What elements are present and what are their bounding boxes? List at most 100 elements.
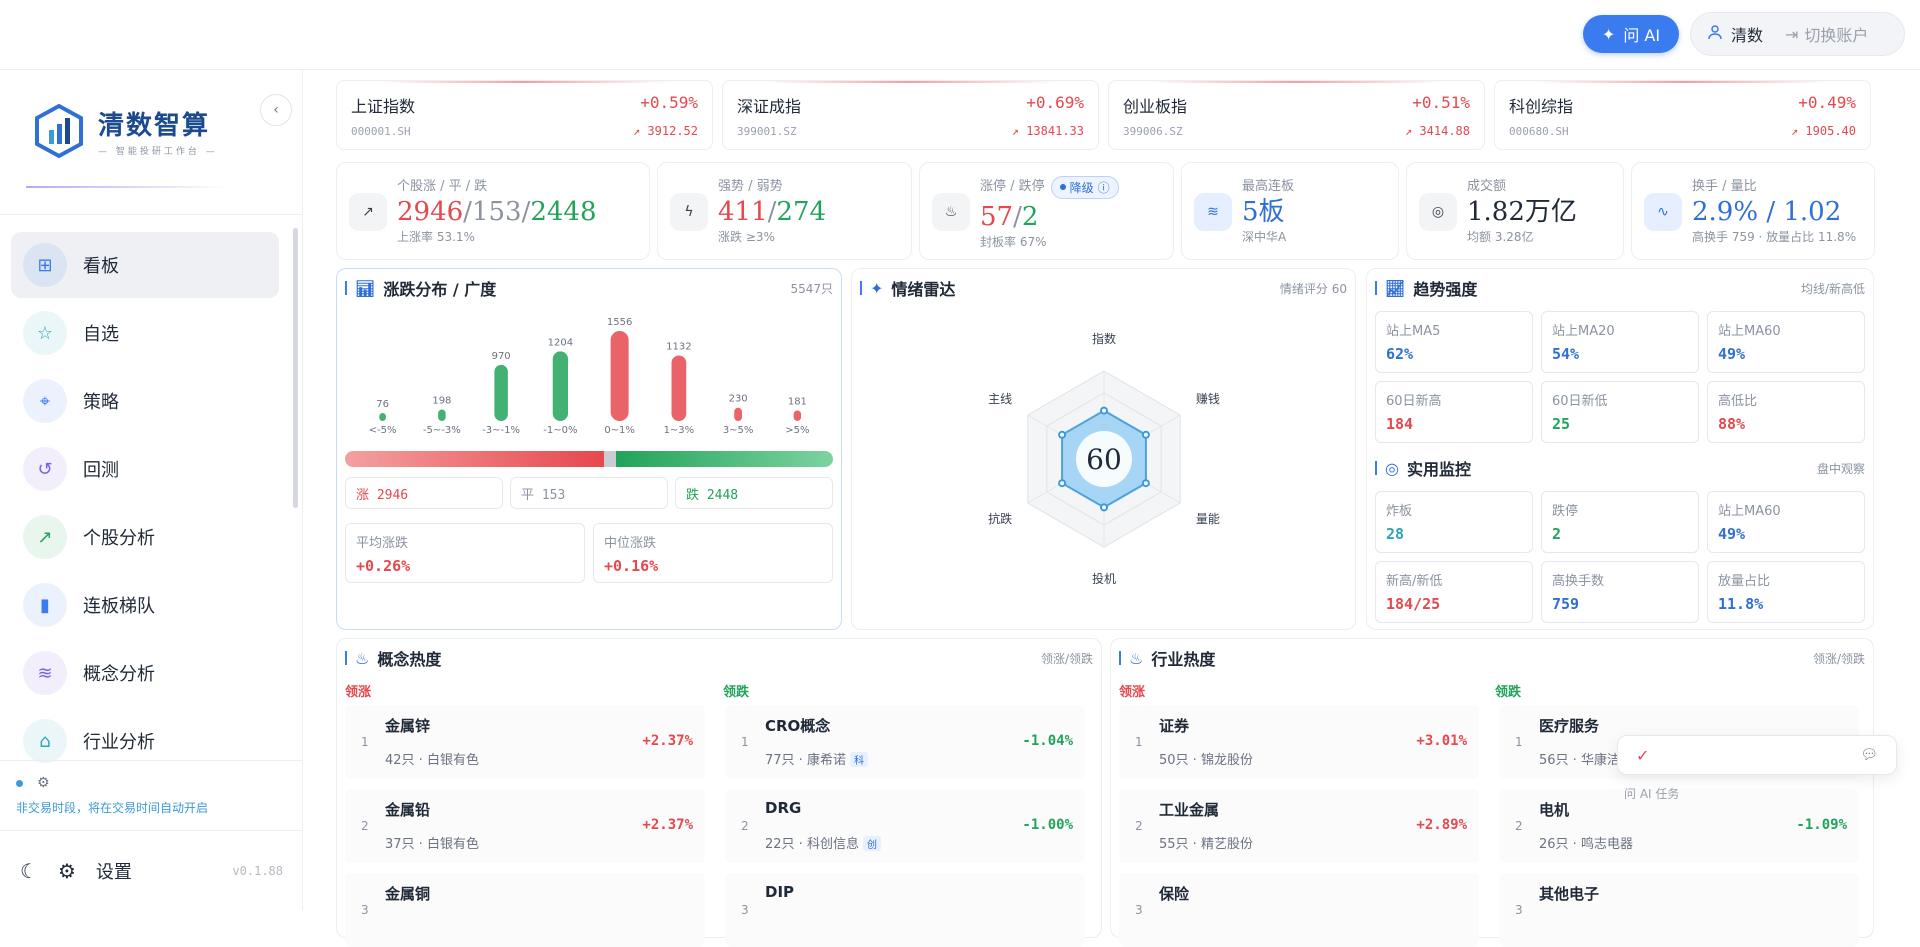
bar-group: 76 <-5% <box>369 399 397 436</box>
logout-icon: ⇥ <box>1785 24 1799 44</box>
stock-count: 26只 <box>1539 837 1569 852</box>
stat-streak[interactable]: ≋ 最高连板 5板 深中华A <box>1181 162 1399 260</box>
panel-title: 情绪雷达 <box>891 280 956 299</box>
hot-item[interactable]: 3 保险 <box>1119 873 1479 947</box>
breadth-bar-down <box>616 451 833 467</box>
chevron-left-icon: ‹ <box>273 102 279 118</box>
trend-cell[interactable]: 60日新高 184 <box>1375 381 1533 443</box>
hot-name: DRG <box>765 799 802 817</box>
monitor-cell[interactable]: 新高/新低 184/25 <box>1375 561 1533 623</box>
sidebar-item-3[interactable]: ↺ 回测 <box>11 436 279 502</box>
hot-item[interactable]: 3 金属铜 <box>345 873 705 947</box>
settings-label[interactable]: 设置 <box>96 858 132 884</box>
stat-sub: 上涨率 53.1% <box>397 230 475 244</box>
index-card[interactable]: 上证指数 +0.59% 000001.SH ↗ 3912.52 <box>336 80 713 150</box>
bar <box>610 331 629 421</box>
stat-limit[interactable]: ♨ 涨停 / 跌停 降级 ⓘ 57/2 封板率 67% <box>919 162 1174 260</box>
stat-ratio[interactable]: ∿ 换手 / 量比 2.9% / 1.02 高换手 759 · 放量占比 11.… <box>1631 162 1875 260</box>
hot-item[interactable]: 1 金属锌 42只 · 白银有色 +2.37% <box>345 705 705 779</box>
collapse-sidebar-button[interactable]: ‹ <box>260 94 292 126</box>
gear-icon[interactable]: ⚙ <box>37 775 50 791</box>
monitor-cell[interactable]: 放量占比 11.8% <box>1707 561 1865 623</box>
hot-item[interactable]: 1 证券 50只 · 锦龙股份 +3.01% <box>1119 705 1479 779</box>
sidebar-item-0[interactable]: ⊞ 看板 <box>11 232 279 298</box>
grid-icon: ⊞ <box>23 243 67 287</box>
dark-mode-icon[interactable]: ☾ <box>20 859 38 883</box>
ai-task-popup[interactable]: ✓ 💬︎ <box>1617 735 1897 775</box>
stat-sub: 均额 3.28亿 <box>1467 230 1534 244</box>
index-value-wrap: ↗ 3414.88 <box>1405 124 1470 138</box>
industry-panel: ♨ 行业热度 领涨/领跌 领涨 领跌 1 证券 50只 · 锦龙股份 +3.01% 2 工… <box>1110 638 1874 947</box>
index-value: 13841.33 <box>1026 124 1084 138</box>
status-dot <box>16 779 23 787</box>
hot-name: CRO概念 <box>765 717 831 735</box>
leading-stock: 白银有色 <box>426 753 479 768</box>
hot-pct: +2.89% <box>1416 817 1467 833</box>
bar-category-label: -3~-1% <box>482 425 520 436</box>
hot-item[interactable]: 3 其他电子 <box>1499 873 1859 947</box>
index-card[interactable]: 科创综指 +0.49% 000680.SH ↗ 1905.40 <box>1494 80 1871 150</box>
stat-cards: ↗ 个股涨 / 平 / 跌 2946/153/2448 上涨率 53.1% ϟ … <box>336 162 1875 260</box>
index-value-wrap: ↗ 3912.52 <box>633 124 698 138</box>
ask-ai-button[interactable]: ✦ 问 AI <box>1583 15 1679 53</box>
monitor-cell[interactable]: 站上MA60 49% <box>1707 491 1865 553</box>
degrade-badge[interactable]: 降级 ⓘ <box>1050 175 1119 199</box>
coins-icon: ◎ <box>1419 193 1457 231</box>
cell-value: 11.8% <box>1718 595 1764 613</box>
rank: 3 <box>361 903 369 917</box>
user-menu[interactable]: 清数 ⇥ 切换账户 <box>1690 12 1905 56</box>
monitor-cell[interactable]: 高换手数 759 <box>1541 561 1699 623</box>
hot-sub: 77只 · 康希诺科 <box>765 749 868 768</box>
stock-count: 42只 <box>385 753 415 768</box>
stat-label: 成交额 <box>1467 179 1507 194</box>
stat-strength[interactable]: ϟ 强势 / 弱势 411/274 涨跌 ≥3% <box>657 162 912 260</box>
switch-account-button[interactable]: ⇥ 切换账户 <box>1785 22 1868 46</box>
monitor-cell[interactable]: 跌停 2 <box>1541 491 1699 553</box>
cell-value: 28 <box>1386 525 1405 543</box>
trend-cell[interactable]: 站上MA60 49% <box>1707 311 1865 373</box>
hot-pct: +2.37% <box>642 817 693 833</box>
sidebar-item-5[interactable]: ▮ 连板梯队 <box>11 572 279 638</box>
settings-icon[interactable]: ⚙ <box>58 859 76 883</box>
panel-title: 趋势强度 <box>1413 280 1478 299</box>
weak-count: 274 <box>776 197 827 227</box>
trend-cell[interactable]: 站上MA5 62% <box>1375 311 1533 373</box>
leading-stock: 白银有色 <box>426 837 479 852</box>
hot-item[interactable]: 1 CRO概念 77只 · 康希诺科 -1.04% <box>725 705 1085 779</box>
bar-category-label: <-5% <box>369 425 397 436</box>
hot-item[interactable]: 2 金属铅 37只 · 白银有色 +2.37% <box>345 789 705 863</box>
radar-point <box>1058 479 1067 488</box>
hot-item[interactable]: 3 DIP <box>725 873 1085 947</box>
sidebar-item-4[interactable]: ↗ 个股分析 <box>11 504 279 570</box>
stock-count: 22只 <box>765 837 795 852</box>
rank: 1 <box>361 735 369 749</box>
hot-item[interactable]: 2 工业金属 55只 · 精艺股份 +2.89% <box>1119 789 1479 863</box>
index-card[interactable]: 深证成指 +0.69% 399001.SZ ↗ 13841.33 <box>722 80 1099 150</box>
trend-cell[interactable]: 60日新低 25 <box>1541 381 1699 443</box>
logo-divider <box>26 186 226 188</box>
monitor-cell[interactable]: 炸板 28 <box>1375 491 1533 553</box>
stat-turnover[interactable]: ◎ 成交额 1.82万亿 均额 3.28亿 <box>1406 162 1624 260</box>
stat-label: 最高连板 <box>1242 179 1295 194</box>
breadth-bar <box>345 451 833 467</box>
avg-value: +0.26% <box>356 557 411 575</box>
distribution-chart: 76 <-5% 198 -5~-3% 970 -3~-1% 1204 -1~0% 1556 0~1… <box>369 317 810 436</box>
flame-icon: ♨ <box>355 648 370 668</box>
trend-cell[interactable]: 站上MA20 54% <box>1541 311 1699 373</box>
arrow-up-icon: ↗ <box>632 124 648 138</box>
index-card[interactable]: 创业板指 +0.51% 399006.SZ ↗ 3414.88 <box>1108 80 1485 150</box>
sidebar-item-1[interactable]: ☆ 自选 <box>11 300 279 366</box>
stat-breadth[interactable]: ↗ 个股涨 / 平 / 跌 2946/153/2448 上涨率 53.1% <box>336 162 650 260</box>
chat-icon[interactable]: 💬︎ <box>1860 747 1878 763</box>
cell-label: 站上MA60 <box>1718 324 1781 339</box>
sidebar-item-2[interactable]: ⌖ 策略 <box>11 368 279 434</box>
index-value-wrap: ↗ 13841.33 <box>1012 124 1084 138</box>
target-icon: ⌖ <box>23 379 67 423</box>
nav-list: ⊞ 看板 ☆ 自选 ⌖ 策略 ↺ 回测 ↗ 个股分析 ▮ 连板梯队 ≋ 概念分析 ⌂ 行业分析 <box>11 232 279 776</box>
trend-cell[interactable]: 高低比 88% <box>1707 381 1865 443</box>
bar <box>379 413 386 421</box>
sidebar-item-6[interactable]: ≋ 概念分析 <box>11 640 279 706</box>
radar-axis-label: 投机 <box>1092 571 1116 586</box>
sidebar-scroll-thumb[interactable] <box>293 228 298 508</box>
hot-item[interactable]: 2 DRG 22只 · 科创信息创 -1.00% <box>725 789 1085 863</box>
